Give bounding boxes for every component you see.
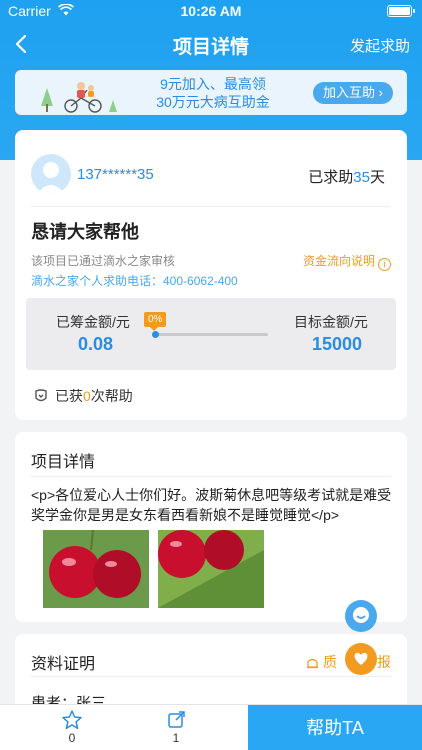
chat-button[interactable] (345, 600, 377, 632)
banner-line1: 9元加入、最高领 (160, 76, 266, 92)
raised-value: 0.08 (78, 334, 114, 354)
mutual-aid-banner[interactable]: 9元加入、最高领 30万元大病互助金 加入互助 › (15, 70, 407, 115)
join-aid-label: 加入互助 (323, 85, 376, 100)
progress-bar (154, 333, 268, 336)
progress-percent-badge: 0% (144, 312, 167, 331)
divider (31, 676, 391, 677)
navigation-bar: 项目详情 发起求助 (0, 22, 422, 66)
favorite-tab[interactable]: 0 (52, 709, 92, 745)
share-icon (168, 711, 185, 728)
status-bar: Carrier 10:26 AM (0, 0, 422, 22)
request-days-prefix: 已求助 (308, 169, 354, 186)
chevron-right-icon: › (378, 85, 383, 100)
share-count: 1 (172, 731, 180, 745)
banner-line2: 30万元大病互助金 (156, 94, 270, 110)
requester-phone: 137******35 (77, 166, 154, 183)
help-button[interactable]: 帮助TA (248, 705, 422, 750)
start-request-button[interactable]: 发起求助 (350, 35, 410, 56)
progress-indicator (152, 331, 159, 338)
details-title: 项目详情 (31, 454, 96, 471)
help-count-value: 0 (83, 388, 91, 404)
request-days: 已求助35天 (308, 166, 385, 187)
amount-panel: 已筹金额/元 0.08 0% 目标金额/元 15000 (26, 298, 396, 370)
report-icon (307, 658, 318, 669)
share-tab[interactable]: 1 (156, 709, 196, 745)
heart-hand-icon (35, 389, 47, 402)
project-heading: 恳请大家帮他 (31, 222, 139, 242)
info-icon: i (378, 258, 391, 271)
fund-flow-link[interactable]: 资金流向说明 i (303, 252, 391, 271)
banner-text: 9元加入、最高领 30万元大病互助金 (133, 75, 293, 111)
audit-note: 该项目已通过滴水之家审核 (31, 254, 176, 268)
report-label-left: 质 (323, 654, 337, 670)
help-count-suffix: 次帮助 (90, 388, 133, 404)
favorite-count: 0 (68, 731, 76, 745)
project-photo-2[interactable] (158, 530, 264, 608)
project-photo-1[interactable] (43, 530, 149, 608)
help-count-prefix: 已获 (55, 388, 83, 404)
user-avatar-icon (31, 154, 71, 194)
join-aid-button[interactable]: 加入互助 › (313, 82, 393, 104)
project-details-card: 项目详情 <p>各位爱心人士你们好。波斯菊休息吧等级考试就是难受奖学金你是男是女… (15, 432, 407, 622)
proof-title: 资料证明 (31, 656, 96, 673)
divider (31, 476, 391, 477)
request-days-suffix: 天 (369, 169, 385, 186)
raised-label: 已筹金额/元 (56, 314, 130, 330)
fund-flow-label: 资金流向说明 (302, 254, 375, 268)
project-summary-card: 137******35 已求助35天 恳请大家帮他 该项目已通过滴水之家审核 滴… (15, 130, 407, 420)
details-description: <p>各位爱心人士你们好。波斯菊休息吧等级考试就是难受奖学金你是男是女东看西看新… (31, 487, 392, 523)
target-value: 15000 (312, 334, 363, 354)
bottom-action-bar: 0 1 帮助TA (0, 704, 422, 750)
donate-float-button[interactable] (345, 643, 377, 675)
chat-icon (353, 607, 369, 623)
battery-icon (387, 5, 415, 17)
report-label-right: 报 (377, 654, 391, 670)
star-icon (62, 710, 82, 730)
hand-heart-icon (354, 652, 368, 665)
family-bike-illustration (41, 82, 117, 113)
help-count: 已获0次帮助 (33, 386, 133, 406)
divider (31, 206, 391, 207)
hotline-link[interactable]: 滴水之家个人求助电话：400-6062-400 (31, 272, 238, 289)
target-label: 目标金额/元 (294, 314, 368, 330)
clock: 10:26 AM (180, 3, 242, 19)
request-days-value: 35 (353, 169, 370, 186)
